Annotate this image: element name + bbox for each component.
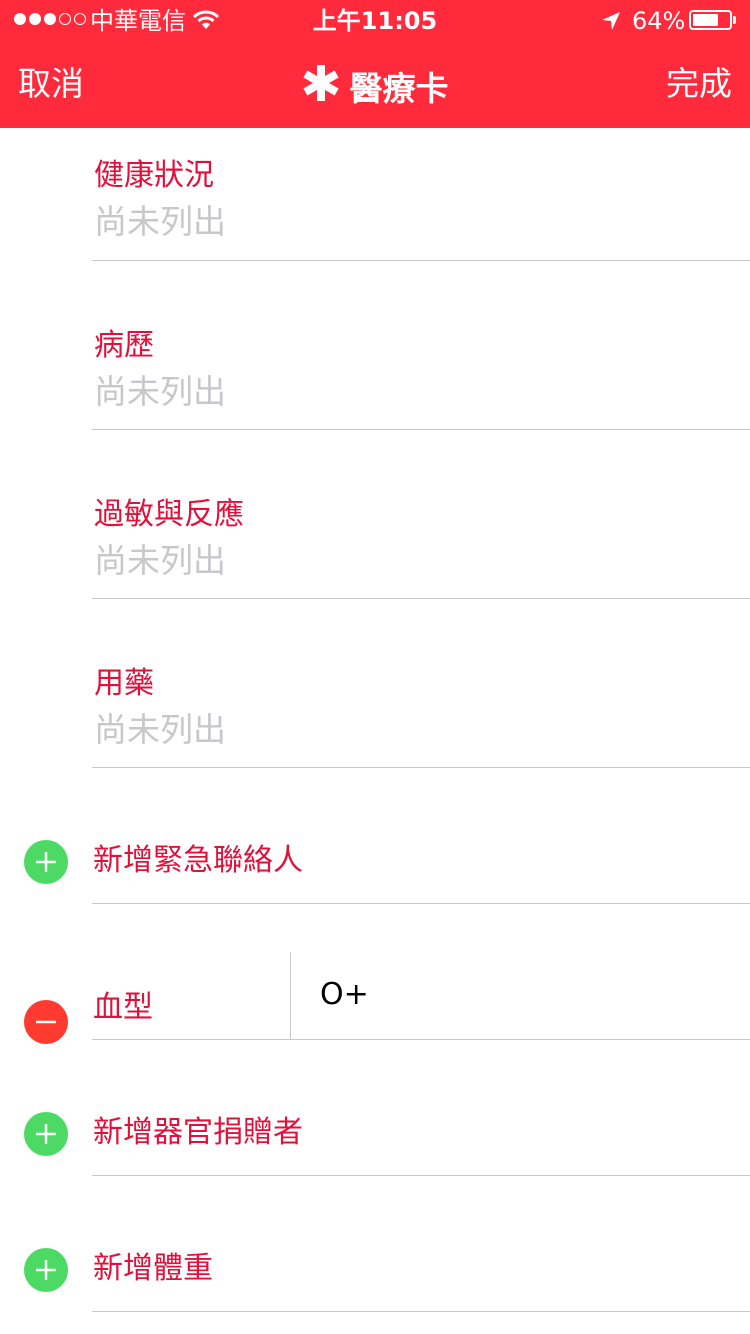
page-title: 醫療卡 bbox=[0, 64, 750, 113]
separator bbox=[92, 1311, 750, 1312]
add-weight-button[interactable] bbox=[24, 1248, 68, 1292]
separator bbox=[92, 1039, 750, 1040]
section-label: 病歷 bbox=[94, 328, 154, 363]
plus-icon bbox=[36, 852, 56, 872]
section-label: 健康狀況 bbox=[94, 158, 214, 193]
separator bbox=[92, 598, 750, 599]
add-emergency-contact-label[interactable]: 新增緊急聯絡人 bbox=[93, 843, 303, 879]
section-value[interactable]: 尚未列出 bbox=[94, 710, 226, 750]
plus-icon bbox=[36, 1260, 56, 1280]
blood-type-label: 血型 bbox=[93, 990, 153, 1025]
location-arrow-icon bbox=[601, 11, 621, 35]
page-title-text: 醫療卡 bbox=[349, 68, 449, 108]
field-divider bbox=[290, 952, 291, 1039]
section-value[interactable]: 尚未列出 bbox=[94, 202, 226, 242]
section-label: 用藥 bbox=[94, 666, 154, 701]
add-organ-donor-label[interactable]: 新增器官捐贈者 bbox=[93, 1115, 303, 1151]
separator bbox=[92, 903, 750, 904]
battery-percent: 64% bbox=[632, 7, 686, 35]
minus-icon bbox=[36, 1020, 56, 1024]
separator bbox=[92, 260, 750, 261]
battery-icon bbox=[689, 10, 732, 30]
separator bbox=[92, 767, 750, 768]
add-emergency-contact-button[interactable] bbox=[24, 840, 68, 884]
add-weight-label[interactable]: 新增體重 bbox=[93, 1251, 213, 1287]
plus-icon bbox=[36, 1124, 56, 1144]
done-button[interactable]: 完成 bbox=[666, 64, 732, 104]
section-value[interactable]: 尚未列出 bbox=[94, 541, 226, 581]
separator bbox=[92, 429, 750, 430]
status-bar: 中華電信 上午11:05 64% bbox=[0, 0, 750, 40]
medical-star-icon bbox=[302, 64, 340, 113]
blood-type-value[interactable]: O+ bbox=[320, 977, 369, 1013]
separator bbox=[92, 1175, 750, 1176]
add-organ-donor-button[interactable] bbox=[24, 1112, 68, 1156]
top-bar: 中華電信 上午11:05 64% 取消 醫療卡 完成 bbox=[0, 0, 750, 128]
section-label: 過敏與反應 bbox=[94, 497, 244, 532]
section-value[interactable]: 尚未列出 bbox=[94, 372, 226, 412]
remove-blood-type-button[interactable] bbox=[24, 1000, 68, 1044]
